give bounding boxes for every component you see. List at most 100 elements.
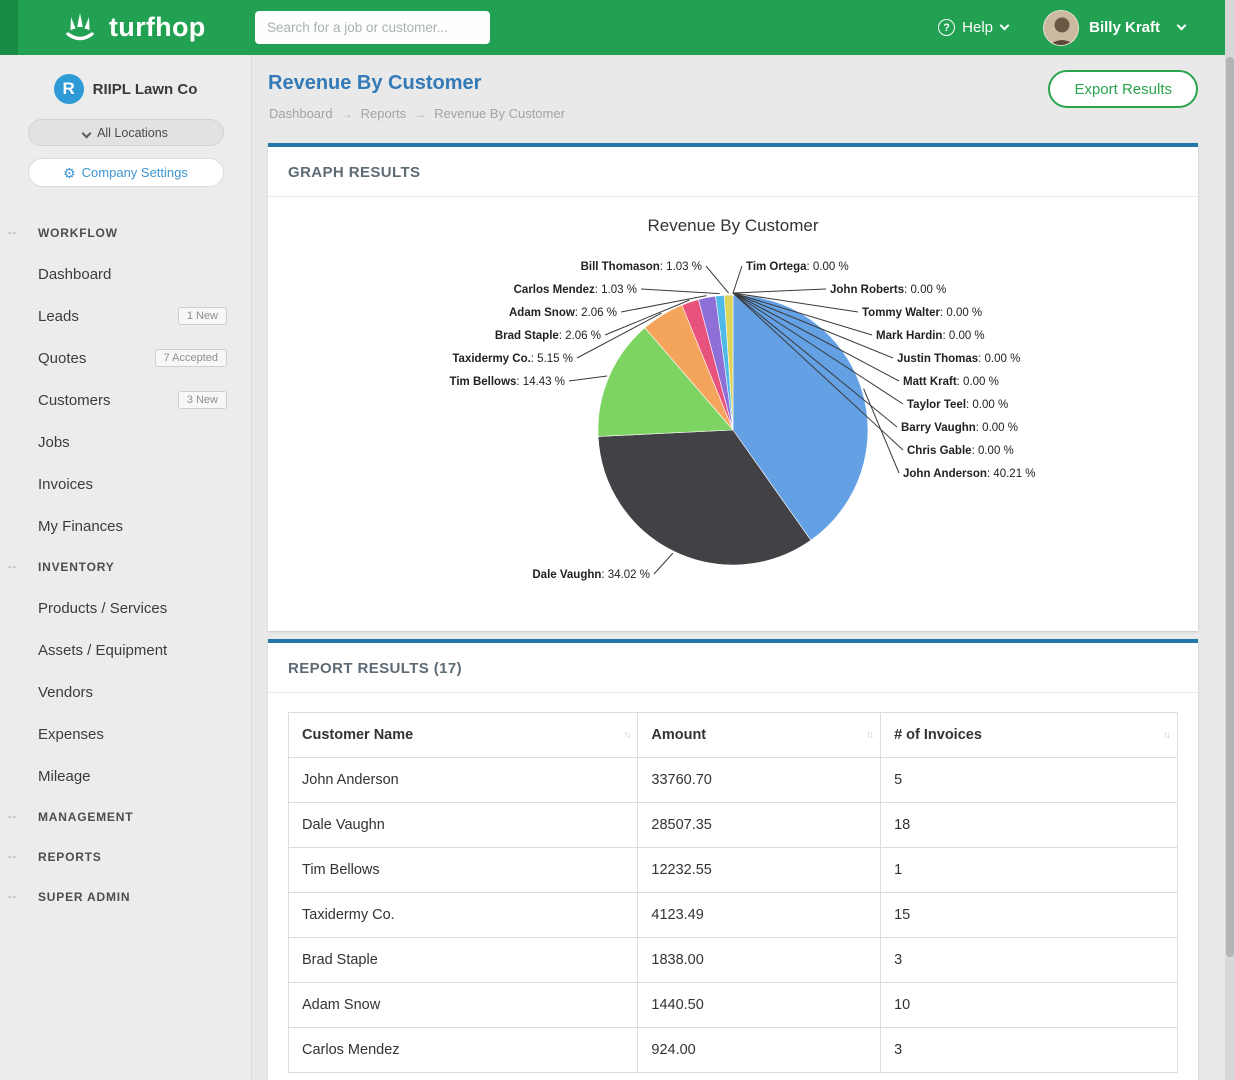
report-card-title: REPORT RESULTS (17) bbox=[268, 643, 1198, 693]
cell-amount: 33760.70 bbox=[638, 758, 881, 803]
company-logo: R bbox=[54, 74, 84, 104]
global-search-input[interactable] bbox=[255, 11, 490, 44]
settings-label: Company Settings bbox=[82, 165, 188, 180]
sidebar-item-label: My Finances bbox=[38, 518, 123, 535]
scrollbar-thumb[interactable] bbox=[1226, 57, 1234, 957]
help-menu[interactable]: ? Help bbox=[938, 0, 1008, 55]
breadcrumb-separator-icon: → bbox=[414, 107, 426, 121]
count-badge: 3 New bbox=[178, 391, 227, 409]
sidebar-item-quotes[interactable]: Quotes7 Accepted bbox=[0, 337, 251, 379]
sort-icon[interactable]: ↑↓ bbox=[623, 730, 629, 741]
user-menu[interactable]: Billy Kraft bbox=[1043, 0, 1185, 55]
cell-customer-name: Dale Vaughn bbox=[289, 803, 638, 848]
sidebar-item-label: Invoices bbox=[38, 476, 93, 493]
label-leader-line bbox=[569, 376, 607, 381]
slice-label-brad-staple: Brad Staple: 2.06 % bbox=[495, 330, 601, 342]
chevron-down-icon bbox=[1177, 20, 1187, 30]
nav-section-management[interactable]: --MANAGEMENT bbox=[0, 797, 251, 837]
table-row: Brad Staple1838.003 bbox=[289, 938, 1178, 983]
sidebar-item-label: Customers bbox=[38, 392, 111, 409]
cell-customer-name: Taxidermy Co. bbox=[289, 893, 638, 938]
nav-section-label: INVENTORY bbox=[38, 560, 115, 574]
label-leader-line bbox=[733, 289, 826, 293]
slice-label-dale-vaughn: Dale Vaughn: 34.02 % bbox=[532, 569, 650, 581]
nav-section-label: SUPER ADMIN bbox=[38, 890, 130, 904]
slice-label-taylor-teel: Taylor Teel: 0.00 % bbox=[907, 399, 1008, 411]
company-switcher[interactable]: R RIIPL Lawn Co bbox=[0, 55, 251, 104]
section-collapse-icon: -- bbox=[8, 561, 17, 573]
report-table-head: Customer Name↑↓Amount↑↓# of Invoices↑↓ bbox=[289, 713, 1178, 758]
sort-icon[interactable]: ↑↓ bbox=[1163, 730, 1169, 741]
company-settings-button[interactable]: ⚙ Company Settings bbox=[28, 158, 224, 187]
cell-of-invoices: 3 bbox=[881, 1028, 1178, 1073]
sidebar-item-label: Mileage bbox=[38, 768, 91, 785]
sidebar-item-invoices[interactable]: Invoices bbox=[0, 463, 251, 505]
column-header-amount[interactable]: Amount↑↓ bbox=[638, 713, 881, 758]
slice-label-chris-gable: Chris Gable: 0.00 % bbox=[907, 445, 1014, 457]
chevron-down-icon bbox=[1000, 20, 1010, 30]
sidebar-nav: --WORKFLOWDashboardLeads1 NewQuotes7 Acc… bbox=[0, 213, 251, 917]
cell-of-invoices: 5 bbox=[881, 758, 1178, 803]
breadcrumb: Dashboard→Reports→Revenue By Customer bbox=[269, 106, 565, 121]
brand-logo[interactable]: turfhop bbox=[60, 0, 206, 55]
column-header-customer-name[interactable]: Customer Name↑↓ bbox=[289, 713, 638, 758]
cell-customer-name: Adam Snow bbox=[289, 983, 638, 1028]
slice-label-matt-kraft: Matt Kraft: 0.00 % bbox=[903, 376, 999, 388]
slice-label-tommy-walter: Tommy Walter: 0.00 % bbox=[862, 307, 982, 319]
slice-label-carlos-mendez: Carlos Mendez: 1.03 % bbox=[514, 284, 637, 296]
chart-title: Revenue By Customer bbox=[647, 216, 818, 235]
cell-customer-name: John Anderson bbox=[289, 758, 638, 803]
table-header-row: Customer Name↑↓Amount↑↓# of Invoices↑↓ bbox=[289, 713, 1178, 758]
graph-card-title: GRAPH RESULTS bbox=[268, 147, 1198, 197]
slice-label-taxidermy-co: Taxidermy Co.: 5.15 % bbox=[452, 353, 573, 365]
label-leader-line bbox=[864, 389, 899, 473]
chart-area: Revenue By CustomerTim Ortega: 0.00 %Joh… bbox=[268, 197, 1198, 631]
section-collapse-icon: -- bbox=[8, 227, 17, 239]
sidebar-item-customers[interactable]: Customers 3 New bbox=[0, 379, 251, 421]
breadcrumb-item-dashboard[interactable]: Dashboard bbox=[269, 106, 333, 121]
help-label: Help bbox=[962, 19, 993, 36]
sidebar-item-label: Jobs bbox=[38, 434, 70, 451]
sidebar-item-jobs[interactable]: Jobs bbox=[0, 421, 251, 463]
slice-label-bill-thomason: Bill Thomason: 1.03 % bbox=[581, 261, 702, 273]
table-row: John Anderson33760.705 bbox=[289, 758, 1178, 803]
sidebar-item-leads[interactable]: Leads1 New bbox=[0, 295, 251, 337]
main-content: Revenue By Customer Dashboard→Reports→Re… bbox=[252, 55, 1225, 1080]
sidebar-item-dashboard[interactable]: Dashboard bbox=[0, 253, 251, 295]
sidebar-item-vendors[interactable]: Vendors bbox=[0, 671, 251, 713]
breadcrumb-item-reports[interactable]: Reports bbox=[361, 106, 407, 121]
sort-icon[interactable]: ↑↓ bbox=[866, 730, 872, 741]
cell-customer-name: Tim Bellows bbox=[289, 848, 638, 893]
locations-dropdown[interactable]: All Locations bbox=[28, 119, 224, 146]
page-header: Revenue By Customer Dashboard→Reports→Re… bbox=[252, 55, 1225, 143]
column-header-of-invoices[interactable]: # of Invoices↑↓ bbox=[881, 713, 1178, 758]
breadcrumb-item-revenue-by-customer: Revenue By Customer bbox=[434, 106, 565, 121]
graph-results-card: GRAPH RESULTS Revenue By CustomerTim Ort… bbox=[268, 143, 1198, 631]
sidebar-item-assets-equipment[interactable]: Assets / Equipment bbox=[0, 629, 251, 671]
label-leader-line bbox=[733, 266, 742, 293]
nav-section-workflow[interactable]: --WORKFLOW bbox=[0, 213, 251, 253]
gear-icon: ⚙ bbox=[63, 166, 76, 180]
sidebar-item-label: Vendors bbox=[38, 684, 93, 701]
export-results-button[interactable]: Export Results bbox=[1048, 70, 1198, 108]
sidebar-item-mileage[interactable]: Mileage bbox=[0, 755, 251, 797]
count-badge: 1 New bbox=[178, 307, 227, 325]
cell-amount: 1440.50 bbox=[638, 983, 881, 1028]
nav-section-reports[interactable]: --REPORTS bbox=[0, 837, 251, 877]
sidebar-item-my-finances[interactable]: My Finances bbox=[0, 505, 251, 547]
cell-of-invoices: 10 bbox=[881, 983, 1178, 1028]
avatar[interactable] bbox=[1043, 10, 1079, 46]
cell-of-invoices: 18 bbox=[881, 803, 1178, 848]
label-leader-line bbox=[706, 266, 729, 293]
cell-customer-name: Carlos Mendez bbox=[289, 1028, 638, 1073]
sidebar-item-products-services[interactable]: Products / Services bbox=[0, 587, 251, 629]
cell-of-invoices: 3 bbox=[881, 938, 1178, 983]
sidebar-item-expenses[interactable]: Expenses bbox=[0, 713, 251, 755]
count-badge: 7 Accepted bbox=[155, 349, 227, 367]
report-table: Customer Name↑↓Amount↑↓# of Invoices↑↓ J… bbox=[288, 712, 1178, 1073]
nav-section-super-admin[interactable]: --SUPER ADMIN bbox=[0, 877, 251, 917]
table-row: Taxidermy Co.4123.4915 bbox=[289, 893, 1178, 938]
scrollbar-track[interactable] bbox=[1225, 0, 1235, 1080]
label-leader-line bbox=[641, 289, 720, 294]
nav-section-inventory[interactable]: -- INVENTORY bbox=[0, 547, 251, 587]
